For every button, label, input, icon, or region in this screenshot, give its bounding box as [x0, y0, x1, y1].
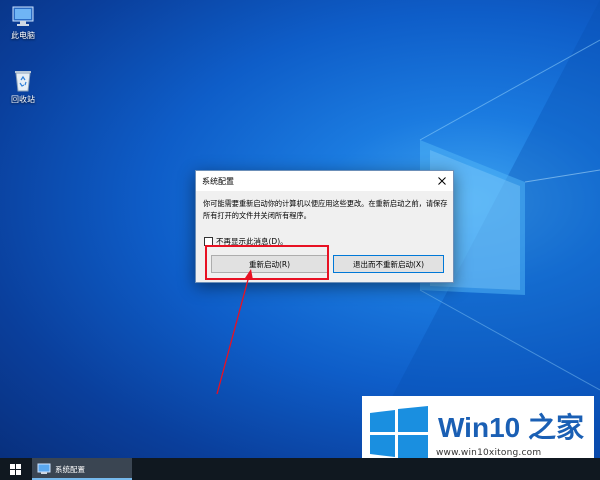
dialog-title: 系统配置: [202, 177, 234, 186]
watermark-url: www.win10xitong.com: [436, 448, 542, 458]
windows-logo-icon: [370, 406, 428, 462]
close-icon: [438, 177, 446, 185]
windows-logo-icon: [9, 463, 21, 475]
close-button[interactable]: [431, 171, 453, 191]
taskbar-item-system-config[interactable]: 系统配置: [32, 458, 132, 480]
recycle-bin-icon: [15, 71, 31, 92]
computer-icon: [12, 6, 34, 26]
start-button[interactable]: [0, 458, 30, 480]
desktop-icon-recycle-bin[interactable]: 回收站: [0, 68, 46, 105]
annotation-highlight-box: [205, 245, 329, 280]
desktop-icon-label: 回收站: [11, 95, 35, 104]
dialog-message: 你可能需要重新启动你的计算机以便应用这些更改。在重新启动之前，请保存所有打开的文…: [203, 199, 448, 220]
dialog-titlebar[interactable]: 系统配置: [196, 171, 453, 191]
desktop-icon-this-pc[interactable]: 此电脑: [0, 6, 46, 41]
system-config-app-icon: [37, 463, 51, 474]
taskbar-item-label: 系统配置: [55, 464, 85, 474]
exit-without-restart-button[interactable]: 退出而不重新启动(X): [333, 255, 444, 273]
watermark-brand: Win10 之家: [438, 412, 584, 443]
desktop-icon-label: 此电脑: [11, 31, 35, 40]
taskbar: 系统配置: [0, 458, 600, 480]
